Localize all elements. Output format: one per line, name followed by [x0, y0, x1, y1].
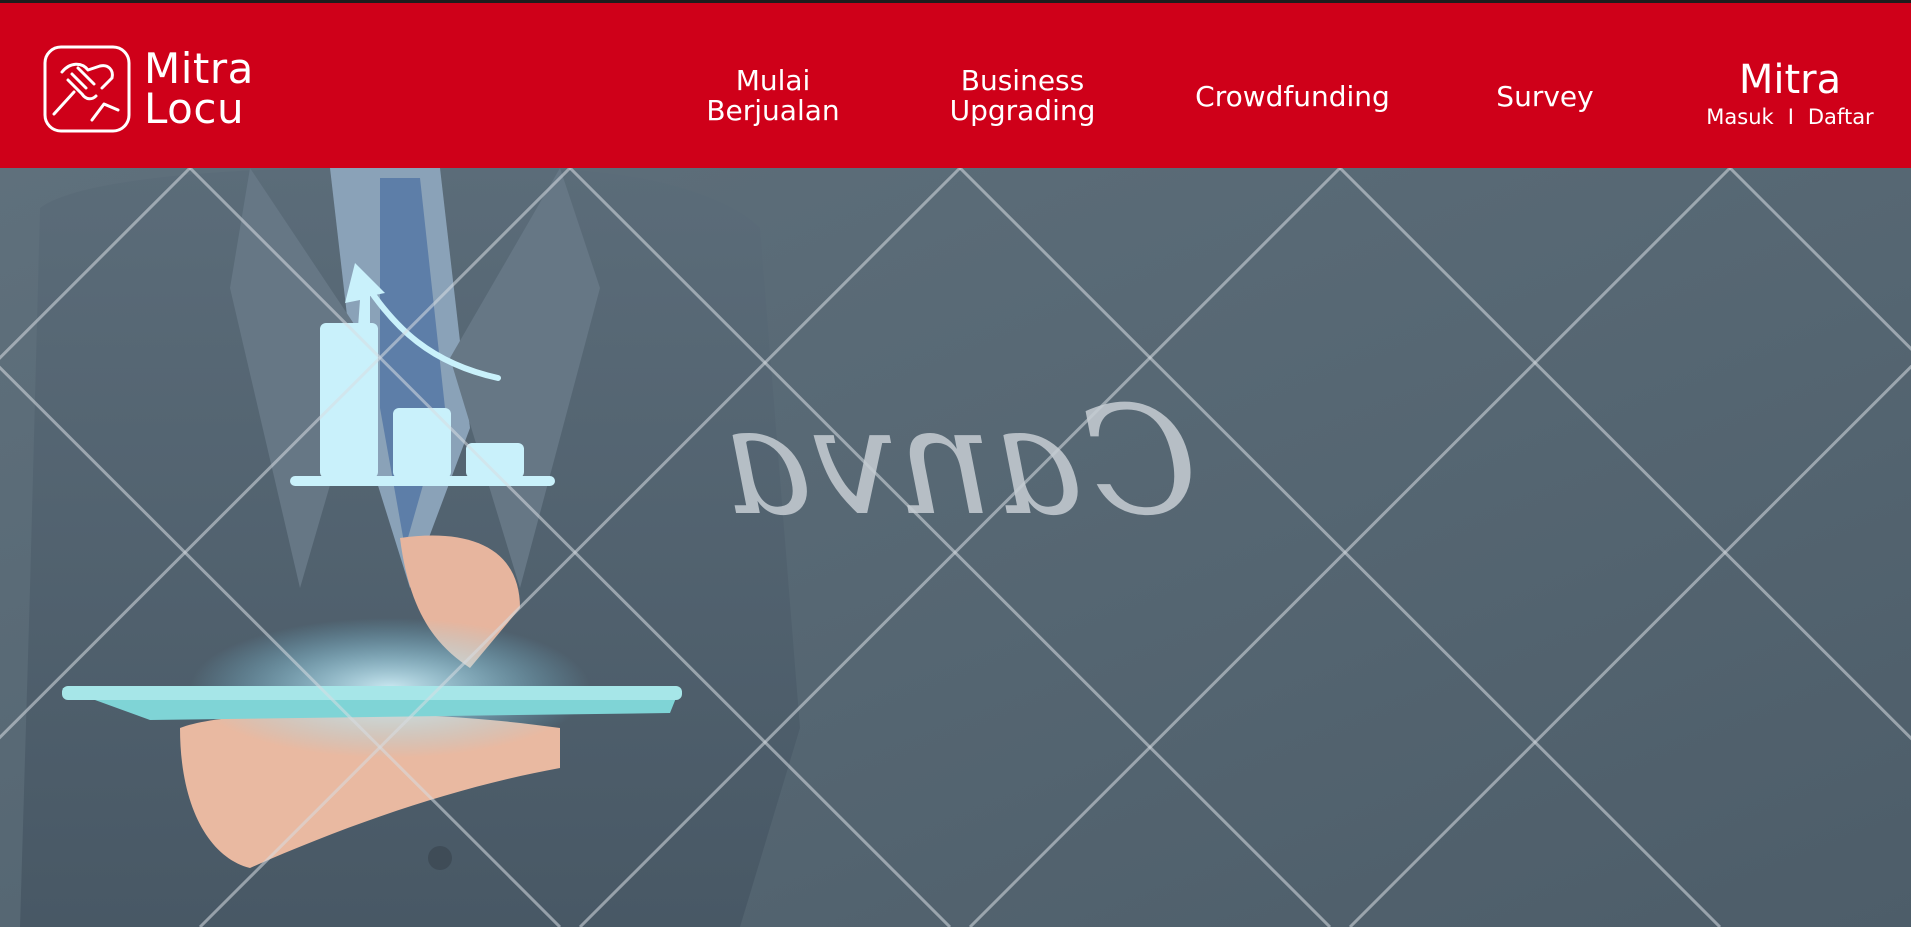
account-title: Mitra	[1738, 57, 1842, 103]
handshake-logo-icon	[43, 45, 131, 133]
register-link[interactable]: Daftar	[1808, 105, 1874, 129]
nav-mulai-berjualan[interactable]: Mulai Berjualan	[690, 66, 856, 126]
link-separator: I	[1787, 105, 1794, 129]
nav-label-line-1: Business	[960, 64, 1085, 97]
nav-label-line-1: Mulai	[735, 64, 811, 97]
logo-wordmark: Mitra Locu	[144, 44, 254, 133]
nav-label: Crowdfunding	[1195, 80, 1390, 113]
nav-label-line-2: Berjualan	[706, 94, 840, 127]
nav-label: Survey	[1496, 80, 1594, 113]
canva-watermark: Canva	[723, 375, 1198, 549]
hero-banner: Canva	[0, 168, 1911, 927]
nav-crowdfunding[interactable]: Crowdfunding	[1170, 82, 1415, 112]
hero-image: Canva	[0, 168, 1911, 927]
nav-survey[interactable]: Survey	[1480, 82, 1610, 112]
logo-line-2: Locu	[144, 84, 245, 133]
nav-business-upgrading[interactable]: Business Upgrading	[925, 66, 1120, 126]
nav-label-line-2: Upgrading	[949, 94, 1096, 127]
login-link[interactable]: Masuk	[1706, 105, 1773, 129]
logo-line-1: Mitra	[144, 44, 254, 93]
site-logo[interactable]: Mitra Locu	[42, 41, 272, 137]
account-links: Masuk I Daftar	[1690, 104, 1890, 130]
site-header: Mitra Locu Mulai Berjualan Business Upgr…	[0, 3, 1911, 168]
account-menu: Mitra Masuk I Daftar	[1690, 58, 1890, 130]
